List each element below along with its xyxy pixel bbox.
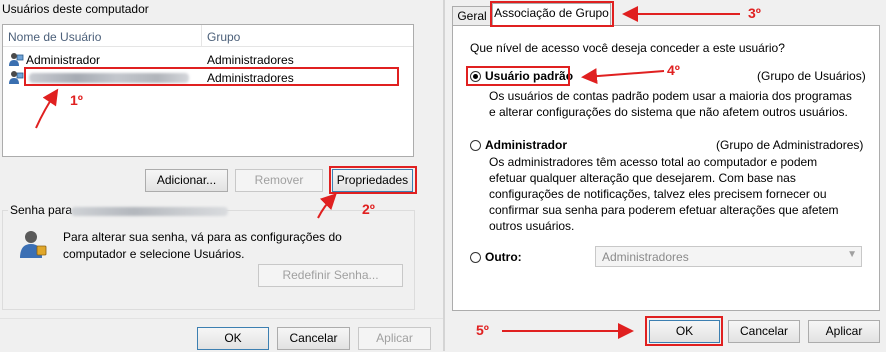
annotation-arrows (35, 6, 740, 339)
arrow-1 (35, 88, 59, 129)
annotation-5: 5º (476, 322, 489, 338)
annotation-3: 3º (748, 5, 761, 21)
annotation-4: 4º (667, 62, 680, 78)
arrow-4 (581, 68, 665, 85)
highlight-box-3 (490, 1, 614, 27)
annotation-2: 2º (362, 201, 375, 217)
annotation-1: 1º (70, 92, 83, 108)
arrow-2 (317, 193, 337, 219)
